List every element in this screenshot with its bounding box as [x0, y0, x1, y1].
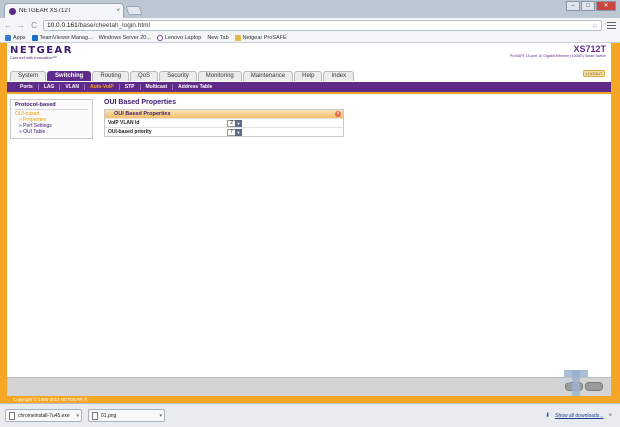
window-controls: – □ ✕	[566, 1, 616, 11]
tab-switching[interactable]: Switching	[47, 71, 92, 81]
subnav-auto-voip[interactable]: Auto-VoIP	[85, 84, 120, 90]
tab-maintenance[interactable]: Maintenance	[242, 71, 294, 81]
switch-ui: NETGEAR Connect with Innovation™ XS712T …	[7, 43, 611, 396]
oui-priority-value: 7	[227, 128, 235, 136]
url-text: 10.0.0.161/base/cheetah_login.html	[47, 22, 150, 29]
lenovo-icon	[156, 34, 163, 41]
subnav-address-table[interactable]: Address Table	[173, 84, 217, 90]
oui-priority-label: OUI-based priority	[108, 129, 152, 135]
tab-monitoring[interactable]: Monitoring	[197, 71, 242, 81]
bookmark-apps[interactable]: Apps	[5, 34, 26, 41]
subnav-ports[interactable]: Ports	[15, 84, 39, 90]
bookmark-label: TeamViewer Manag...	[39, 34, 93, 41]
download-filename: 01.png	[101, 412, 117, 419]
subnav-divider	[7, 92, 611, 94]
bookmark-teamviewer[interactable]: TeamViewer Manag...	[31, 34, 93, 41]
address-bar[interactable]: 10.0.0.161/base/cheetah_login.html ☆	[43, 20, 602, 31]
voip-vlan-row: VoIP VLAN Id 2 ▼	[105, 118, 343, 127]
oui-priority-select[interactable]: 7 ▼	[227, 128, 242, 136]
subnav-stp[interactable]: STP	[120, 84, 141, 90]
subnav-vlan[interactable]: VLAN	[60, 84, 85, 90]
page-title: OUI Based Properties	[104, 99, 176, 106]
copyright-text: Copyright © 1996-2013 NETGEAR ®	[13, 397, 88, 402]
sidenav-item-oui-table[interactable]: » OUI Table	[15, 129, 88, 135]
tab-system[interactable]: System	[10, 71, 47, 81]
back-button[interactable]: ←	[4, 21, 12, 30]
maximize-button[interactable]: □	[581, 1, 595, 11]
bookmark-label: Lenovo Laptop	[164, 34, 202, 41]
browser-toolbar: ← → C 10.0.0.161/base/cheetah_login.html…	[0, 18, 620, 33]
web-page: NETGEAR Connect with Innovation™ XS712T …	[0, 43, 620, 403]
browser-window: NETGEAR XS712T × – □ ✕ ← → C 10.0.0.161/…	[0, 0, 620, 427]
close-window-button[interactable]: ✕	[596, 1, 616, 11]
voip-vlan-select[interactable]: 2 ▼	[227, 119, 242, 127]
close-downloads-icon[interactable]: ×	[608, 413, 612, 419]
oui-priority-row: OUI-based priority 7 ▼	[105, 127, 343, 136]
side-navigation: Protocol-based OUI-based » Properties » …	[10, 99, 93, 139]
bookmark-label: Apps	[13, 34, 26, 41]
chrome-menu-icon[interactable]	[607, 21, 616, 30]
url-host: 10.0.0.161	[47, 22, 78, 29]
chevron-down-icon[interactable]: ▾	[76, 413, 81, 419]
action-bar	[7, 377, 611, 396]
tab-index[interactable]: Index	[323, 71, 355, 81]
bookmark-netgear-prosafe[interactable]: Netgear ProSAFE	[234, 34, 287, 41]
tab-qos[interactable]: QoS	[130, 71, 159, 81]
file-icon	[9, 411, 15, 420]
forward-button[interactable]: →	[17, 21, 25, 30]
tab-strip: NETGEAR XS712T × – □ ✕	[0, 0, 620, 18]
tab-security[interactable]: Security	[159, 71, 197, 81]
file-icon	[92, 411, 98, 420]
tab-close-icon[interactable]: ×	[116, 8, 123, 14]
bookmark-new-tab[interactable]: New Tab	[0, 34, 229, 82]
netgear-favicon-icon	[9, 7, 16, 15]
tab-routing[interactable]: Routing	[92, 71, 130, 81]
bookmark-windows-server[interactable]: Windows Server 20...	[0, 34, 151, 82]
teamviewer-icon	[31, 34, 38, 41]
main-content: OUI Based Properties OUI Based Propertie…	[104, 99, 344, 137]
sub-navigation: Ports LAG VLAN Auto-VoIP STP Multicast A…	[7, 82, 611, 92]
model-description: ProSAFE 10-port 10 Gigabit Ethernet (10G…	[509, 54, 606, 58]
subnav-lag[interactable]: LAG	[39, 84, 61, 90]
folder-icon	[234, 34, 241, 41]
voip-vlan-label: VoIP VLAN Id	[108, 120, 140, 126]
bookmark-label: New Tab	[207, 34, 229, 41]
dropdown-arrow-icon[interactable]: ▼	[235, 128, 242, 136]
apps-icon	[5, 34, 11, 41]
minimize-button[interactable]: –	[566, 1, 580, 11]
voip-vlan-value: 2	[227, 119, 235, 127]
bookmark-lenovo[interactable]: Lenovo Laptop	[156, 34, 202, 41]
model-info: XS712T ProSAFE 10-port 10 Gigabit Ethern…	[510, 44, 606, 58]
panel-title: OUI Based Properties	[114, 111, 171, 117]
chevron-down-icon[interactable]: ▾	[159, 413, 164, 419]
panel-header: OUI Based Properties ?	[105, 110, 343, 118]
url-path: /base/cheetah_login.html	[77, 22, 151, 29]
downloads-bar: chromeinstall-7u45.exe ▾ 01.png ▾ ⬇ Show…	[0, 403, 620, 427]
main-tabs: System Switching Routing QoS Security Mo…	[10, 71, 355, 81]
browser-tab[interactable]: NETGEAR XS712T ×	[4, 3, 124, 18]
help-icon[interactable]: ?	[335, 111, 341, 117]
downloads-actions: ⬇ Show all downloads... ×	[545, 412, 620, 420]
download-item[interactable]: 01.png ▾	[88, 409, 165, 422]
subnav-multicast[interactable]: Multicast	[141, 84, 174, 90]
download-filename: chromeinstall-7u45.exe	[18, 412, 70, 419]
netgear-brand: NETGEAR Connect with Innovation™	[10, 45, 73, 60]
bookmark-label: Windows Server 20...	[98, 34, 151, 41]
new-tab-button[interactable]	[125, 6, 143, 15]
show-all-downloads-link[interactable]: Show all downloads...	[555, 413, 603, 419]
download-item[interactable]: chromeinstall-7u45.exe ▾	[5, 409, 82, 422]
download-arrow-icon: ⬇	[545, 413, 551, 419]
bookmark-label: Netgear ProSAFE	[242, 34, 287, 41]
tab-title: NETGEAR XS712T	[19, 8, 72, 14]
bookmark-star-icon[interactable]: ☆	[592, 22, 601, 30]
sidenav-heading[interactable]: Protocol-based	[15, 102, 88, 110]
reload-button[interactable]: C	[30, 21, 38, 30]
tweaktown-watermark-icon	[560, 370, 588, 396]
properties-panel: OUI Based Properties ? VoIP VLAN Id 2 ▼ …	[104, 109, 344, 137]
bookmarks-bar: Apps TeamViewer Manag... Windows Server …	[0, 33, 620, 82]
model-name: XS712T	[573, 44, 606, 54]
dropdown-arrow-icon[interactable]: ▼	[235, 119, 242, 127]
logout-button[interactable]: LOGOUT	[583, 70, 605, 77]
tab-help[interactable]: Help	[294, 71, 323, 81]
